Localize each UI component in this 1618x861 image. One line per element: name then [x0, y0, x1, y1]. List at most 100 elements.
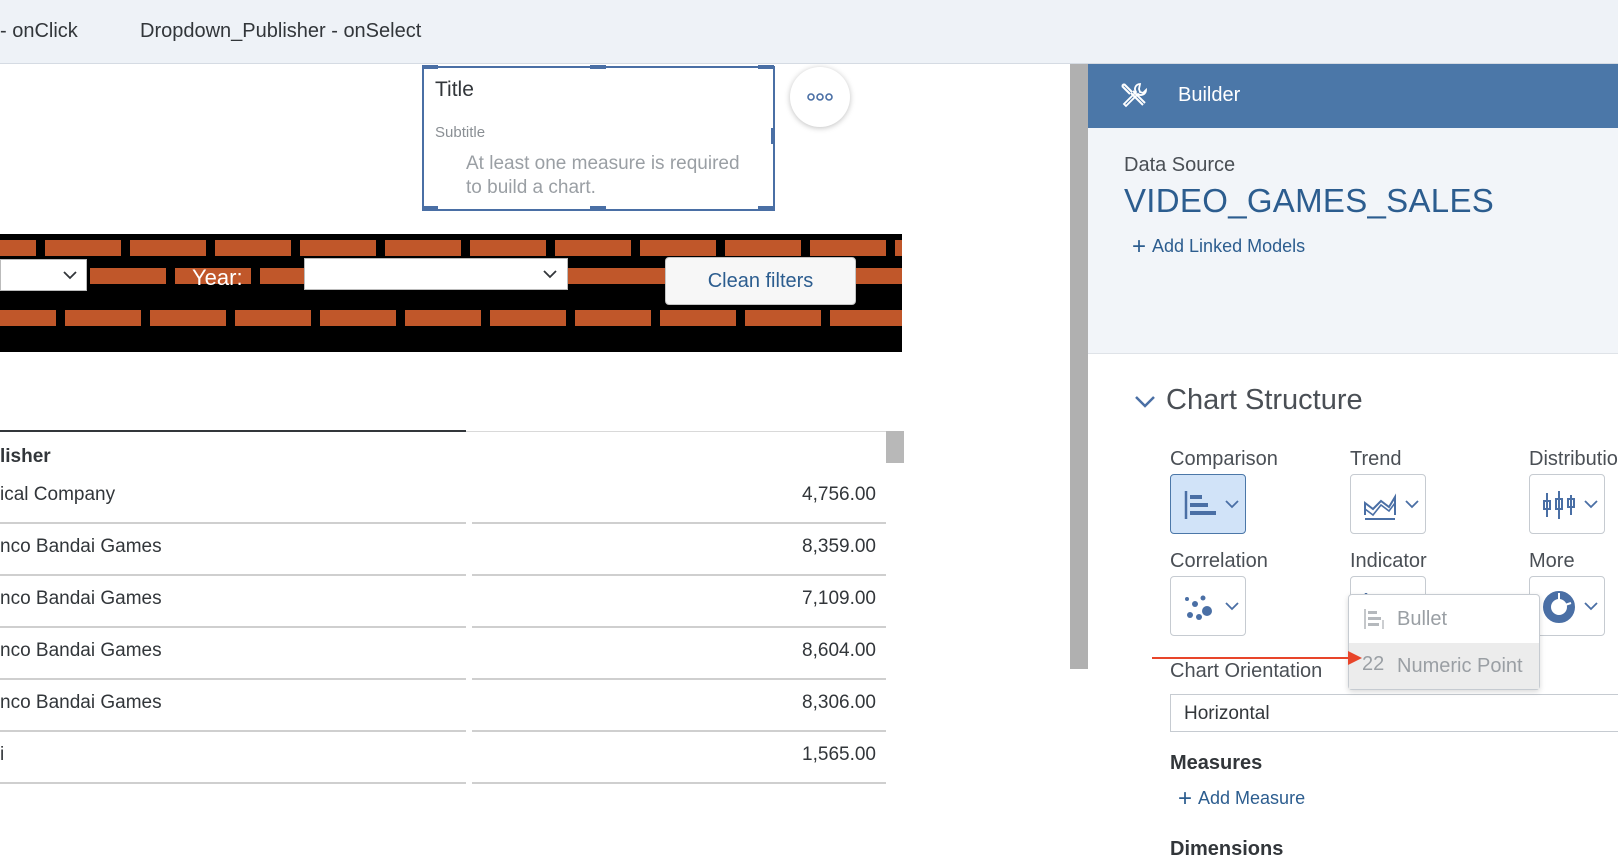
- brick: [895, 240, 902, 256]
- annotation-arrow: [1152, 651, 1362, 665]
- distribution-button[interactable]: [1529, 474, 1605, 534]
- chart-subtitle: Subtitle: [435, 124, 486, 141]
- cell-value: 1,565.00: [802, 744, 876, 765]
- publisher-table: lisher ical Company 4,756.00 nco Bandai …: [0, 430, 905, 814]
- trend-button[interactable]: [1350, 474, 1426, 534]
- brick: [640, 240, 716, 256]
- resize-handle[interactable]: [590, 65, 606, 69]
- distribution-label: Distributio: [1529, 448, 1618, 470]
- brick: [130, 240, 206, 256]
- builder-header: Builder: [1088, 64, 1618, 128]
- bullet-icon: [1364, 609, 1384, 629]
- cell-publisher: nco Bandai Games: [0, 536, 162, 557]
- scatter-icon: [1185, 595, 1212, 620]
- brick: [300, 240, 376, 256]
- brick: [725, 240, 801, 256]
- brick: [405, 310, 481, 326]
- brick: [660, 310, 736, 326]
- resize-handle[interactable]: [758, 65, 774, 69]
- add-measure-link[interactable]: + Add Measure: [1178, 786, 1305, 810]
- plus-icon: +: [1132, 232, 1147, 260]
- indicator-menu: Bullet 22 Numeric Point: [1348, 594, 1540, 690]
- brick: [385, 240, 461, 256]
- chart-orientation-select[interactable]: Horizontal: [1170, 694, 1618, 732]
- comparison-label: Comparison: [1170, 448, 1278, 470]
- brick: [45, 240, 121, 256]
- comparison-button[interactable]: [1170, 474, 1246, 534]
- resize-handle[interactable]: [771, 128, 775, 144]
- cell-publisher: nco Bandai Games: [0, 588, 162, 609]
- menu-item-numeric-point[interactable]: 22 Numeric Point: [1349, 643, 1539, 689]
- menu-item-bullet[interactable]: Bullet: [1349, 596, 1539, 642]
- panel-splitter[interactable]: [1070, 64, 1088, 669]
- chart-widget[interactable]: Title Subtitle At least one measure is r…: [422, 65, 775, 211]
- brick: [65, 310, 141, 326]
- more-label: More: [1529, 550, 1575, 572]
- measures-heading: Measures: [1170, 752, 1263, 774]
- resize-handle[interactable]: [422, 65, 438, 69]
- builder-title: Builder: [1178, 84, 1241, 106]
- table-header-underline: [0, 430, 466, 432]
- column-header-publisher[interactable]: lisher: [0, 446, 51, 468]
- data-source-label: Data Source: [1124, 154, 1236, 176]
- bar-chart-icon: [1184, 491, 1216, 519]
- table-row[interactable]: i 1,565.00: [0, 732, 886, 784]
- trend-label: Trend: [1350, 448, 1402, 470]
- table-row[interactable]: nco Bandai Games 8,306.00: [0, 680, 886, 732]
- resize-handle[interactable]: [758, 206, 774, 210]
- cell-publisher: ical Company: [0, 484, 116, 505]
- chart-empty-message: At least one measure is required to buil…: [466, 153, 740, 198]
- box-plot-icon: [1543, 491, 1575, 519]
- story-canvas: Title Subtitle At least one measure is r…: [0, 64, 1070, 814]
- chevron-down-icon: [1584, 602, 1598, 611]
- brick: [235, 310, 311, 326]
- brick: [90, 268, 166, 284]
- more-charts-button[interactable]: [1529, 576, 1605, 636]
- chart-title: Title: [435, 78, 474, 101]
- table-row[interactable]: ical Company 4,756.00: [0, 472, 886, 524]
- chevron-down-icon: [1225, 500, 1239, 509]
- tab-onclick[interactable]: - onClick: [0, 20, 78, 43]
- data-source-name[interactable]: VIDEO_GAMES_SALES: [1124, 182, 1494, 220]
- donut-icon: [1543, 591, 1575, 623]
- tab-dropdown-publisher-onselect[interactable]: Dropdown_Publisher - onSelect: [140, 20, 421, 43]
- publisher-dropdown[interactable]: [0, 259, 87, 291]
- chevron-down-icon: [543, 270, 557, 279]
- more-options-button[interactable]: [790, 67, 850, 127]
- brick: [150, 310, 226, 326]
- ellipsis-icon: [807, 93, 833, 101]
- year-dropdown[interactable]: [304, 258, 568, 290]
- cell-publisher: nco Bandai Games: [0, 692, 162, 713]
- resize-handle[interactable]: [422, 206, 438, 210]
- cell-value: 4,756.00: [802, 484, 876, 505]
- table-scrollbar[interactable]: [886, 431, 904, 463]
- chevron-down-icon: [1405, 500, 1419, 509]
- cell-value: 8,604.00: [802, 640, 876, 661]
- indicator-label: Indicator: [1350, 550, 1427, 572]
- brick: [470, 240, 546, 256]
- correlation-button[interactable]: [1170, 576, 1246, 636]
- brick: [830, 310, 902, 326]
- chart-structure-heading[interactable]: Chart Structure: [1166, 384, 1363, 417]
- brick: [810, 240, 886, 256]
- table-row[interactable]: nco Bandai Games 8,604.00: [0, 628, 886, 680]
- chart-orientation-value: Horizontal: [1184, 703, 1270, 724]
- chevron-down-icon: [1225, 602, 1239, 611]
- chevron-down-icon[interactable]: [1134, 394, 1156, 410]
- divider: [466, 431, 886, 432]
- brick-banner: Year: Clean filters: [0, 234, 902, 352]
- data-source-section: Data Source VIDEO_GAMES_SALES + Add Link…: [1088, 128, 1618, 354]
- menu-item-label: Bullet: [1397, 608, 1448, 630]
- menu-item-label: Numeric Point: [1397, 655, 1523, 677]
- add-linked-models-link[interactable]: + Add Linked Models: [1132, 232, 1306, 260]
- add-linked-models-label: Add Linked Models: [1152, 236, 1306, 256]
- chevron-down-icon: [63, 271, 77, 280]
- dimensions-heading: Dimensions: [1170, 838, 1284, 860]
- resize-handle[interactable]: [590, 206, 606, 210]
- table-row[interactable]: nco Bandai Games 7,109.00: [0, 576, 886, 628]
- clean-filters-button[interactable]: Clean filters: [665, 257, 856, 305]
- table-row[interactable]: nco Bandai Games 8,359.00: [0, 524, 886, 576]
- brick: [745, 310, 821, 326]
- script-tab-bar: - onClick Dropdown_Publisher - onSelect: [0, 0, 1618, 64]
- numeric-point-icon: 22: [1362, 653, 1385, 675]
